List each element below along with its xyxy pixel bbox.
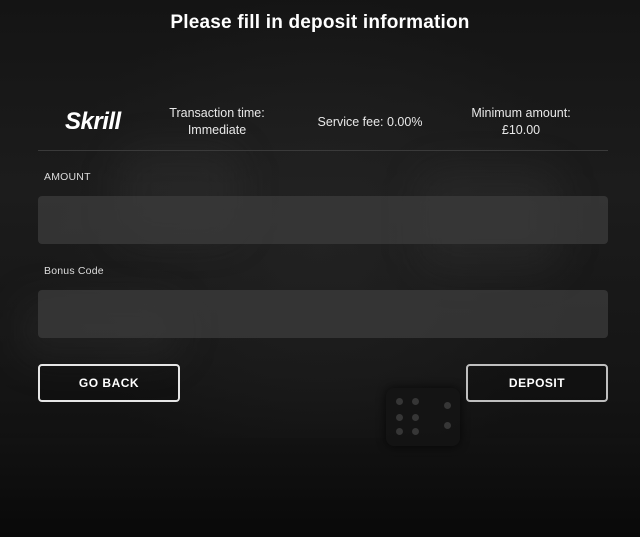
dice-pip: [412, 414, 419, 421]
go-back-button[interactable]: GO BACK: [38, 364, 180, 402]
minimum-amount-label: Minimum amount:: [471, 106, 571, 120]
amount-label: AMOUNT: [44, 171, 91, 183]
payment-method-info: Skrill Transaction time: Immediate Servi…: [38, 96, 608, 151]
dice-pip: [412, 428, 419, 435]
page-title: Please fill in deposit information: [170, 12, 470, 33]
background-dice-image: [386, 388, 460, 446]
dice-pip: [396, 414, 403, 421]
minimum-amount-value: £10.00: [501, 123, 541, 137]
transaction-time-value: Immediate: [187, 123, 247, 137]
skrill-logo: Skrill: [65, 108, 121, 135]
background-table: [0, 438, 640, 537]
dice-pip: [396, 428, 403, 435]
bonus-code-label: Bonus Code: [44, 265, 104, 277]
bonus-code-input[interactable]: [38, 290, 608, 338]
dice-pip: [412, 398, 419, 405]
service-fee: Service fee: 0.00%: [317, 115, 423, 129]
amount-input[interactable]: [38, 196, 608, 244]
minimum-amount: Minimum amount: £10.00: [456, 105, 586, 139]
dice-pip: [396, 398, 403, 405]
transaction-time-label: Transaction time:: [169, 106, 265, 120]
transaction-time: Transaction time: Immediate: [156, 105, 278, 139]
dice-pip: [444, 402, 451, 409]
dice-pip: [444, 422, 451, 429]
deposit-button[interactable]: DEPOSIT: [466, 364, 608, 402]
